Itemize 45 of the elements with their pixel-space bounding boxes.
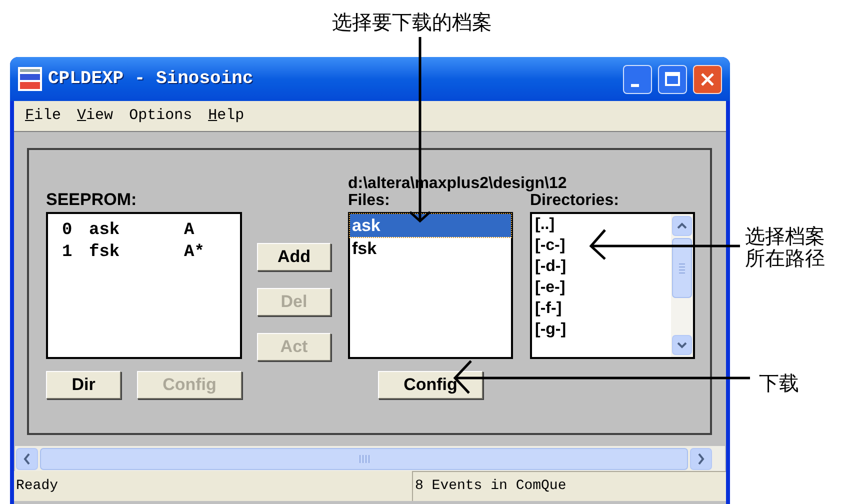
scroll-down-button[interactable] xyxy=(672,335,692,355)
entry-index: 1 xyxy=(62,242,74,264)
scroll-left-button[interactable] xyxy=(16,448,38,470)
button[interactable]: Add xyxy=(257,243,331,271)
button[interactable]: Config xyxy=(378,371,483,399)
button[interactable]: Dir xyxy=(46,371,121,399)
status-text: Ready xyxy=(15,476,60,496)
entry-flags: A xyxy=(184,220,194,242)
list-box[interactable]: 0 ask A 1 fsk A* xyxy=(46,212,242,359)
list-box[interactable]: ask fsk xyxy=(348,212,513,359)
directory-item[interactable]: [-c-] xyxy=(535,235,671,256)
file-list-entry[interactable]: ask xyxy=(350,214,511,237)
scroll-thumb[interactable] xyxy=(40,448,688,470)
directory-item[interactable]: [..] xyxy=(535,214,671,235)
annotation-text: 选择要下载的档案 xyxy=(332,11,492,36)
status-text: 8 Events in ComQue xyxy=(412,471,726,501)
entry-name: fsk xyxy=(89,242,121,264)
maximize-icon xyxy=(665,72,680,86)
directory-item[interactable]: [-f-] xyxy=(535,298,671,319)
directory-item[interactable]: [-d-] xyxy=(535,256,671,277)
menu-item[interactable]: Options xyxy=(128,104,194,128)
annotation-text: 选择档案所在路径 xyxy=(745,226,826,270)
minimize-button[interactable] xyxy=(623,64,652,94)
list-label: SEEPROM: xyxy=(46,191,137,208)
directory-item[interactable]: [-e-] xyxy=(535,277,671,298)
annotation-text: 下载 xyxy=(759,372,799,397)
file-list-entry[interactable]: fsk xyxy=(350,237,511,260)
close-button[interactable] xyxy=(693,64,722,94)
minimize-icon xyxy=(630,84,638,86)
entry-index: 0 xyxy=(62,220,74,242)
entry-flags: A* xyxy=(184,242,204,264)
scroll-up-button[interactable] xyxy=(672,216,692,236)
list-box[interactable]: [..] [-c-] [-d-] [-e-] [-f-] [-g-] xyxy=(530,212,695,359)
menu-item[interactable]: View xyxy=(76,104,114,128)
menu-item[interactable]: Help xyxy=(207,104,246,128)
list-label: Directories: xyxy=(530,192,619,209)
entry-name: ask xyxy=(89,220,121,242)
close-icon xyxy=(700,72,715,86)
app-icon xyxy=(18,67,42,91)
scroll-right-button[interactable] xyxy=(690,448,712,470)
scroll-thumb[interactable] xyxy=(672,238,692,298)
maximize-button[interactable] xyxy=(658,64,687,94)
directory-item[interactable]: [-g-] xyxy=(535,319,671,340)
window-title: CPLDEXP - Sinosoinc xyxy=(48,68,254,90)
menu-item[interactable]: File xyxy=(24,104,62,128)
